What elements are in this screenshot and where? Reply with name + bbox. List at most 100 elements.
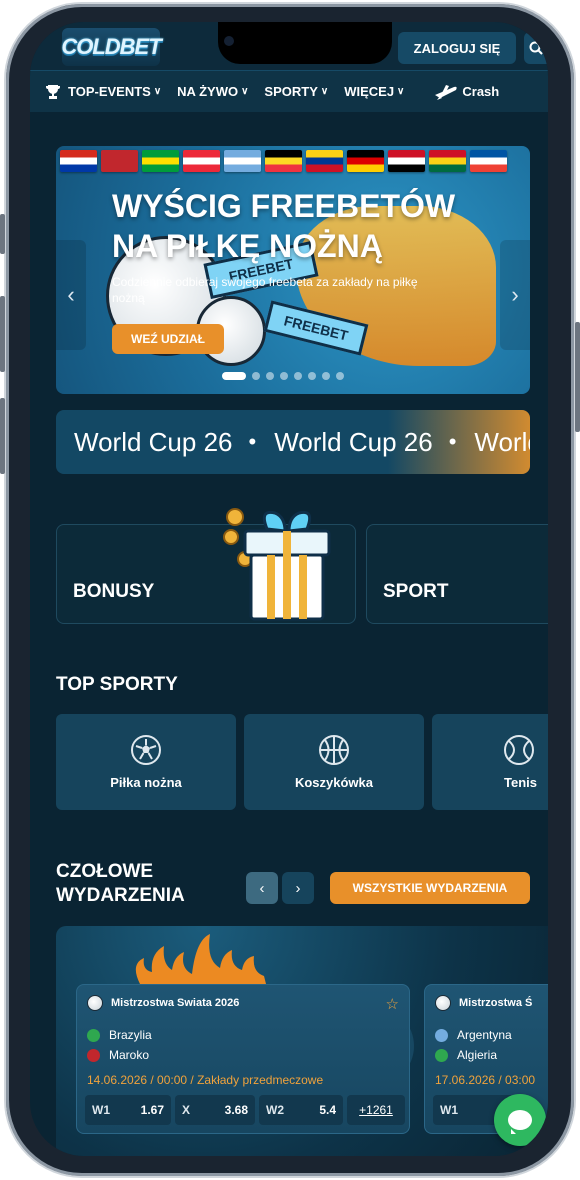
- events-next-button[interactable]: ›: [282, 872, 314, 904]
- event-card[interactable]: Mistrzostwa Swiata 2026 ☆ Brazylia Marok…: [76, 984, 410, 1134]
- front-camera: [224, 36, 234, 46]
- flag: [429, 150, 466, 172]
- carousel-dot[interactable]: [336, 372, 344, 380]
- plane-icon: [435, 84, 458, 100]
- login-button[interactable]: ZALOGUJ SIĘ: [398, 32, 516, 64]
- nav-crash[interactable]: Crash: [434, 83, 499, 101]
- carousel-dot[interactable]: [322, 372, 330, 380]
- flag: [60, 150, 97, 172]
- sport-label: Piłka nożna: [110, 774, 182, 790]
- nav-sports[interactable]: SPORTY ∨: [264, 84, 328, 99]
- banner-title: WYŚCIG FREEBETÓW NA PIŁKĘ NOŻNĄ: [112, 188, 456, 264]
- more-markets-link[interactable]: +1261: [347, 1095, 405, 1125]
- odd-value: 3.68: [224, 1103, 248, 1117]
- top-events-title: CZOŁOWE WYDARZENIA: [56, 861, 185, 906]
- category-card-bonuses[interactable]: BONUSY: [56, 508, 356, 624]
- chevron-right-icon: ›: [511, 282, 519, 307]
- nav-live[interactable]: NA ŻYWO ∨: [177, 84, 248, 99]
- category-label: BONUSY: [73, 581, 155, 602]
- soccer-ball-icon: [435, 995, 451, 1011]
- team-flag: [435, 1029, 448, 1042]
- chat-button[interactable]: [494, 1094, 546, 1146]
- sport-card-tennis[interactable]: Tenis: [432, 714, 548, 810]
- soccer-ball-icon: [131, 734, 161, 765]
- odd-w2[interactable]: W2 5.4: [259, 1095, 343, 1125]
- flag: [388, 150, 425, 172]
- tennis-ball-icon: [504, 734, 534, 765]
- favorite-star-icon[interactable]: ☆: [386, 995, 399, 1013]
- banner-next-arrow[interactable]: ›: [500, 240, 530, 350]
- flag: [347, 150, 384, 172]
- flames-decoration: [135, 934, 266, 984]
- ticker-bullet: •: [248, 429, 257, 454]
- odd-key: W1: [92, 1103, 110, 1117]
- odd-key: W2: [266, 1103, 284, 1117]
- chevron-left-icon: ‹: [67, 282, 75, 307]
- team-flag: [87, 1049, 100, 1062]
- chevron-left-icon: ‹: [259, 879, 265, 897]
- team-home: Brazylia: [109, 1028, 152, 1042]
- search-icon: [529, 41, 543, 55]
- odd-key: X: [182, 1103, 191, 1117]
- odd-x[interactable]: X 3.68: [175, 1095, 255, 1125]
- banner-subtitle: Codziennie odbieraj swojego freebeta za …: [112, 275, 418, 305]
- odd-value: 5.4: [319, 1103, 336, 1117]
- ticker-bullet: •: [448, 429, 457, 454]
- carousel-dot[interactable]: [294, 372, 302, 380]
- sport-label: Tenis: [504, 774, 537, 790]
- event-date: 17.06.2026 / 03:00: [435, 1073, 536, 1087]
- team-away: Maroko: [109, 1048, 150, 1062]
- ticker-item: World Cup 26: [74, 426, 233, 457]
- flag: [306, 150, 343, 172]
- flag: [265, 150, 302, 172]
- world-cup-ticker[interactable]: World Cup 26 • World Cup 26 • World C: [56, 410, 530, 474]
- join-button[interactable]: WEŹ UDZIAŁ: [112, 324, 224, 354]
- phone-mute-switch: [0, 214, 5, 254]
- carousel-dot[interactable]: [266, 372, 274, 380]
- flag: [142, 150, 179, 172]
- carousel-dot[interactable]: [252, 372, 260, 380]
- gift-icon: [223, 508, 331, 621]
- chevron-down-icon: ∨: [153, 86, 162, 97]
- sport-label: Koszykówka: [294, 774, 374, 790]
- app-screen: COLDBET ZALOGUJ SIĘ TOP-EVENTS ∨ NA ŻYWO ∨…: [30, 22, 548, 1156]
- nav-top-events[interactable]: TOP-EVENTS ∨: [44, 84, 161, 100]
- sport-card-basketball[interactable]: Koszykówka: [244, 714, 424, 810]
- chat-bubble-icon: [508, 1110, 532, 1134]
- nav-label: Crash: [462, 84, 500, 99]
- carousel-dots: [222, 372, 344, 380]
- nav-label: WIĘCEJ: [344, 84, 395, 99]
- flag: [470, 150, 507, 172]
- carousel-dot[interactable]: [222, 372, 246, 380]
- event-date: 14.06.2026 / 00:00 / Zakłady przedmeczow…: [87, 1073, 324, 1087]
- phone-power-button: [575, 322, 580, 432]
- ticker-item: World C: [474, 426, 530, 457]
- promo-banner[interactable]: FREEBET FREEBET WYŚCIG FREEBETÓW NA PIŁK…: [56, 146, 530, 394]
- category-label: SPORT: [383, 581, 449, 602]
- nav-label: SPORTY: [264, 84, 318, 99]
- trophy-icon: [46, 84, 60, 99]
- banner-prev-arrow[interactable]: ‹: [56, 240, 86, 350]
- chevron-down-icon: ∨: [241, 86, 249, 97]
- odd-w1[interactable]: W1 1.67: [85, 1095, 171, 1125]
- carousel-dot[interactable]: [308, 372, 316, 380]
- team-flag: [87, 1029, 100, 1042]
- flag: [101, 150, 138, 172]
- top-sports-title: TOP SPORTY: [56, 674, 178, 695]
- all-events-button[interactable]: WSZYSTKIE WYDARZENIA: [330, 872, 530, 904]
- search-button[interactable]: [524, 32, 548, 64]
- nav-more[interactable]: WIĘCEJ ∨: [344, 84, 404, 99]
- logo[interactable]: COLDBET: [61, 28, 162, 66]
- carousel-dot[interactable]: [280, 372, 288, 380]
- chevron-down-icon: ∨: [320, 86, 329, 97]
- odd-key: W1: [440, 1103, 458, 1117]
- events-prev-button[interactable]: ‹: [246, 872, 278, 904]
- flag: [183, 150, 220, 172]
- nav-label: NA ŻYWO: [177, 84, 239, 99]
- sport-card-football[interactable]: Piłka nożna: [56, 714, 236, 810]
- flags-strip: [60, 150, 507, 172]
- odd-value: 1.67: [140, 1103, 164, 1117]
- team-home: Argentyna: [457, 1028, 512, 1042]
- phone-volume-down: [0, 398, 5, 474]
- category-card-sport[interactable]: SPORT: [366, 524, 548, 624]
